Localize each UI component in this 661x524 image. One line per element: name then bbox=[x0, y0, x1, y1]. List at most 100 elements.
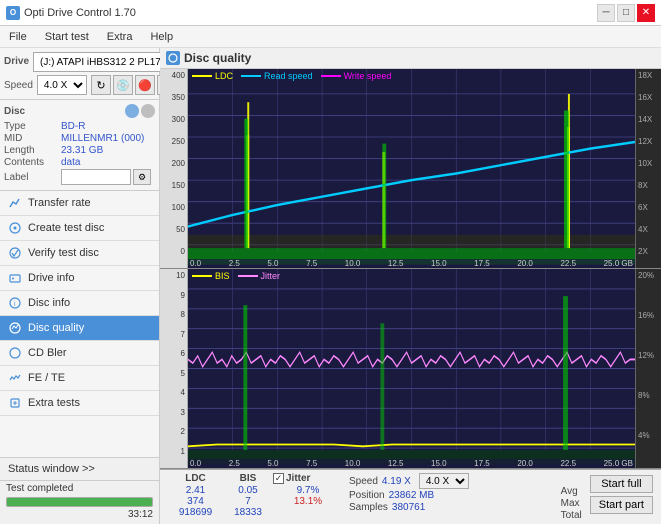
nav-disc-quality[interactable]: Disc quality bbox=[0, 316, 159, 341]
fe-te-icon bbox=[8, 371, 22, 385]
bis-avg-val: 0.05 bbox=[223, 485, 273, 496]
disc-quality-icon bbox=[8, 321, 22, 335]
ldc-col-header: LDC bbox=[168, 473, 223, 484]
start-buttons: Start full Start part bbox=[590, 473, 653, 514]
extra-tests-icon bbox=[8, 396, 22, 410]
jitter-legend-line bbox=[238, 275, 258, 277]
chart2-x-axis: 0.02.55.07.510.012.515.017.520.022.525.0… bbox=[188, 459, 635, 468]
jitter-avg-val: 9.7% bbox=[273, 485, 343, 496]
disc-graphic-icon bbox=[125, 104, 139, 118]
speed-label: Speed bbox=[4, 80, 33, 91]
nav-create-test-disc[interactable]: Create test disc bbox=[0, 216, 159, 241]
chart2-y-axis-right: 20%16%12%8%4% bbox=[635, 269, 661, 468]
nav-disc-info-label: Disc info bbox=[28, 297, 70, 309]
drive-info-icon bbox=[8, 271, 22, 285]
menu-help[interactable]: Help bbox=[147, 30, 176, 44]
disc-mid-label: MID bbox=[4, 133, 59, 144]
chart1-container: 400350300250200150100500 LDC Read speed bbox=[160, 69, 661, 269]
bottom-stats: LDC 2.41 374 918699 BIS 0.05 7 18333 bbox=[160, 469, 661, 524]
jitter-stats-col: ✓ Jitter 9.7% 13.1% bbox=[273, 473, 343, 507]
nav-disc-info[interactable]: i Disc info bbox=[0, 291, 159, 316]
cd-bler-icon bbox=[8, 346, 22, 360]
disc-button[interactable]: 💿 bbox=[113, 75, 133, 95]
avg-row-label: Avg bbox=[561, 486, 582, 497]
disc-graphic-icon2 bbox=[141, 104, 155, 118]
disc-type-label: Type bbox=[4, 121, 59, 132]
disc-label-input[interactable] bbox=[61, 169, 131, 185]
disc-type-value: BD-R bbox=[61, 121, 85, 132]
disc-mid-value: MILLENMR1 (000) bbox=[61, 133, 144, 144]
position-value: 23862 MB bbox=[389, 490, 435, 501]
read-speed-legend-label: Read speed bbox=[264, 71, 313, 81]
speed-select[interactable]: 4.0 X bbox=[37, 75, 87, 95]
bis-col-header: BIS bbox=[223, 473, 273, 484]
disc-section: Disc Type BD-R MID MILLENMR1 (000) Lengt… bbox=[0, 100, 159, 191]
disc-length-label: Length bbox=[4, 145, 59, 156]
chart1-legend: LDC Read speed Write speed bbox=[192, 71, 391, 81]
close-button[interactable]: ✕ bbox=[637, 4, 655, 22]
main-area: Drive (J:) ATAPI iHBS312 2 PL17 ⏏ Speed … bbox=[0, 48, 661, 524]
write-speed-legend-line bbox=[321, 75, 341, 77]
drive-section: Drive (J:) ATAPI iHBS312 2 PL17 ⏏ Speed … bbox=[0, 48, 159, 100]
refresh-button[interactable]: ↻ bbox=[91, 75, 111, 95]
nav-disc-quality-label: Disc quality bbox=[28, 322, 84, 334]
app-icon: O bbox=[6, 6, 20, 20]
transfer-rate-icon bbox=[8, 196, 22, 210]
chart2-svg bbox=[188, 269, 635, 468]
menu-start-test[interactable]: Start test bbox=[42, 30, 92, 44]
nav-items: Transfer rate Create test disc Verify te… bbox=[0, 191, 159, 457]
bis-total-val: 18333 bbox=[223, 507, 273, 518]
content-area: Disc quality 400350300250200150100500 LD bbox=[160, 48, 661, 524]
chart2-container: 10987654321 BIS Jitter bbox=[160, 269, 661, 469]
samples-value: 380761 bbox=[392, 502, 425, 513]
nav-cd-bler[interactable]: CD Bler bbox=[0, 341, 159, 366]
disc-label-label: Label bbox=[4, 172, 59, 183]
minimize-button[interactable]: ─ bbox=[597, 4, 615, 22]
nav-fe-te[interactable]: FE / TE bbox=[0, 366, 159, 391]
burn-button[interactable]: 🔴 bbox=[135, 75, 155, 95]
speed-row: Speed 4.0 X ↻ 💿 🔴 💾 bbox=[4, 75, 155, 95]
max-row-label: Max bbox=[561, 498, 582, 509]
speed-stat-label: Speed bbox=[349, 476, 378, 487]
nav-cd-bler-label: CD Bler bbox=[28, 347, 67, 359]
bis-legend-line bbox=[192, 275, 212, 277]
start-part-button[interactable]: Start part bbox=[590, 496, 653, 514]
status-bottom: Test completed bbox=[0, 480, 159, 497]
jitter-col-header: Jitter bbox=[286, 473, 310, 484]
bis-max-val: 7 bbox=[223, 496, 273, 507]
verify-test-disc-icon bbox=[8, 246, 22, 260]
disc-contents-value: data bbox=[61, 157, 80, 168]
nav-drive-info[interactable]: Drive info bbox=[0, 266, 159, 291]
nav-verify-test-disc[interactable]: Verify test disc bbox=[0, 241, 159, 266]
speed-stat-select[interactable]: 4.0 X bbox=[419, 473, 469, 489]
create-test-disc-icon bbox=[8, 221, 22, 235]
start-full-button[interactable]: Start full bbox=[590, 475, 653, 493]
nav-transfer-rate[interactable]: Transfer rate bbox=[0, 191, 159, 216]
disc-label-btn[interactable]: ⚙ bbox=[133, 169, 151, 185]
jitter-legend-label: Jitter bbox=[261, 271, 281, 281]
jitter-max-val: 13.1% bbox=[273, 496, 343, 507]
ldc-total-val: 918699 bbox=[168, 507, 223, 518]
jitter-checkbox[interactable]: ✓ bbox=[273, 473, 284, 484]
disc-section-title: Disc bbox=[4, 106, 25, 117]
drive-select[interactable]: (J:) ATAPI iHBS312 2 PL17 bbox=[33, 52, 181, 72]
speed-stat-value: 4.19 X bbox=[382, 476, 411, 487]
ldc-legend-label: LDC bbox=[215, 71, 233, 81]
nav-extra-tests-label: Extra tests bbox=[28, 397, 80, 409]
disc-quality-header: Disc quality bbox=[160, 48, 661, 69]
menu-file[interactable]: File bbox=[6, 30, 30, 44]
row-labels-col: X Avg Max Total bbox=[561, 473, 582, 521]
menu-extra[interactable]: Extra bbox=[104, 30, 136, 44]
disc-quality-title: Disc quality bbox=[184, 51, 251, 65]
status-window-section: Status window >> bbox=[0, 457, 159, 480]
charts-area: 400350300250200150100500 LDC Read speed bbox=[160, 69, 661, 524]
ldc-stats-col: LDC 2.41 374 918699 bbox=[168, 473, 223, 518]
nav-fe-te-label: FE / TE bbox=[28, 372, 65, 384]
disc-contents-label: Contents bbox=[4, 157, 59, 168]
write-speed-legend-label: Write speed bbox=[344, 71, 392, 81]
status-completed-text: Test completed bbox=[6, 483, 73, 494]
nav-extra-tests[interactable]: Extra tests bbox=[0, 391, 159, 416]
status-window-button[interactable]: Status window >> bbox=[8, 463, 151, 475]
maximize-button[interactable]: □ bbox=[617, 4, 635, 22]
read-speed-legend-line bbox=[241, 75, 261, 77]
